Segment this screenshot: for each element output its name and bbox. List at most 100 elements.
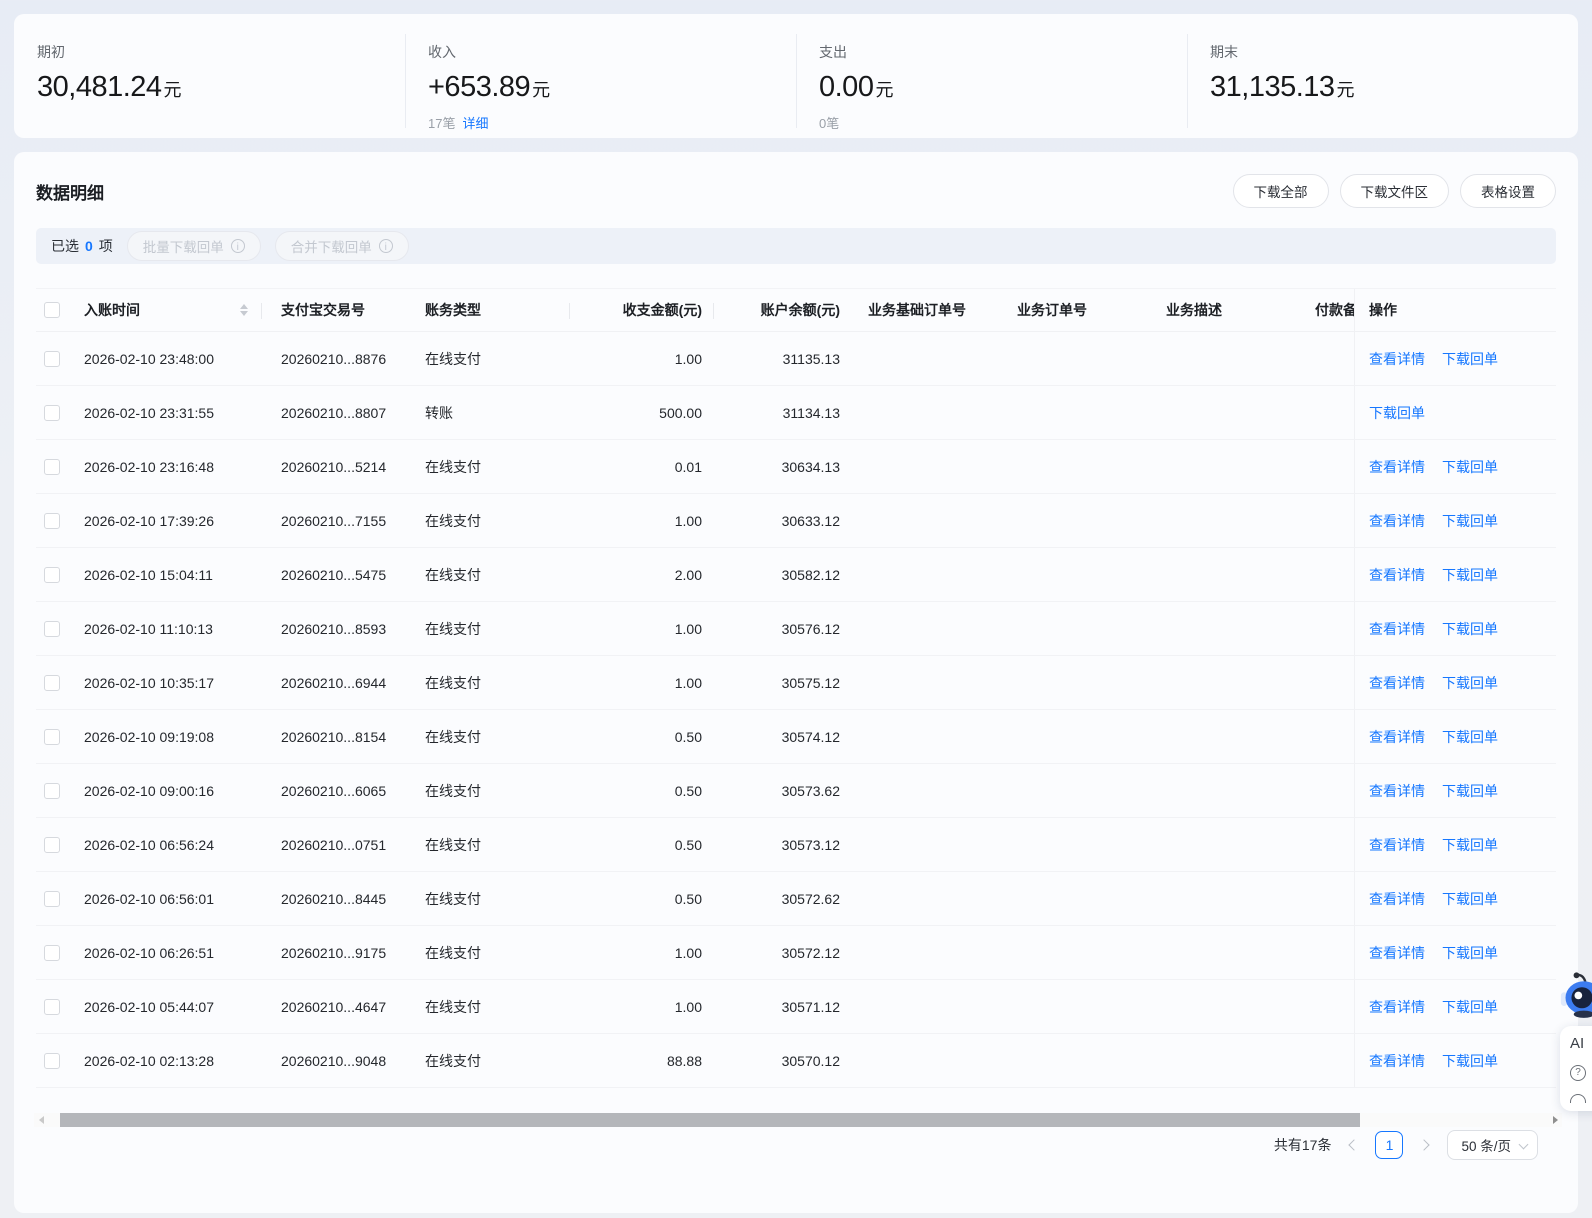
- page-size-select[interactable]: 50 条/页: [1447, 1130, 1538, 1160]
- row-action-link[interactable]: 查看详情: [1369, 673, 1425, 693]
- row-action-link[interactable]: 查看详情: [1369, 889, 1425, 909]
- cell-type: 在线支付: [425, 782, 481, 799]
- prev-page-button[interactable]: [1348, 1139, 1361, 1151]
- cell-time: 2026-02-10 15:04:11: [84, 566, 213, 583]
- row-action-link[interactable]: 查看详情: [1369, 835, 1425, 855]
- row-action-link[interactable]: 查看详情: [1369, 727, 1425, 747]
- cell-type: 在线支付: [425, 458, 481, 475]
- chevron-down-icon: [1518, 1139, 1529, 1150]
- row-action-link[interactable]: 下载回单: [1442, 943, 1498, 963]
- cell-type: 在线支付: [425, 944, 481, 961]
- table-row: 2026-02-10 23:48:00 20260210...8876 在线支付…: [36, 332, 1556, 386]
- sort-icon[interactable]: [240, 304, 248, 316]
- assistant-menu[interactable]: AI: [1560, 1026, 1592, 1111]
- cell-balance: 30634.13: [781, 458, 840, 475]
- cell-amount: 0.01: [674, 458, 702, 475]
- row-action-link[interactable]: 下载回单: [1442, 997, 1498, 1017]
- column-header-actions: 操作: [1354, 289, 1556, 331]
- row-action-link[interactable]: 下载回单: [1442, 619, 1498, 639]
- cell-actions: 查看详情 下载回单: [1354, 818, 1556, 871]
- cell-type: 在线支付: [425, 890, 481, 907]
- row-action-link[interactable]: 查看详情: [1369, 1051, 1425, 1071]
- customer-service-icon[interactable]: [1570, 1094, 1586, 1103]
- column-header-base-order: 业务基础订单号: [868, 302, 966, 318]
- income-detail-link[interactable]: 详细: [462, 113, 488, 132]
- summary-value: 31,135.13: [1210, 71, 1335, 103]
- selected-prefix: 已选: [51, 238, 79, 254]
- info-icon: [378, 239, 393, 254]
- row-action-link[interactable]: 下载回单: [1442, 889, 1498, 909]
- download-file-zone-button[interactable]: 下载文件区: [1339, 174, 1449, 208]
- column-header-time[interactable]: 入账时间: [74, 289, 262, 331]
- cell-balance: 31135.13: [782, 350, 840, 367]
- table-settings-button[interactable]: 表格设置: [1460, 174, 1556, 208]
- pagination: 共有17条 1 50 条/页: [1274, 1130, 1538, 1160]
- row-action-link[interactable]: 查看详情: [1369, 511, 1425, 531]
- horizontal-scrollbar[interactable]: [34, 1113, 1562, 1127]
- summary-unit: 元: [532, 80, 551, 100]
- row-action-link[interactable]: 下载回单: [1442, 349, 1498, 369]
- cell-transaction-id: 20260210...8593: [281, 620, 387, 637]
- page: 期初 30,481.24 元 收入 +653.89 元 17笔 详细 支出 0.…: [0, 0, 1592, 1218]
- cell-time: 2026-02-10 17:39:26: [84, 512, 214, 529]
- row-checkbox[interactable]: [44, 728, 60, 745]
- row-checkbox[interactable]: [44, 836, 60, 853]
- row-checkbox[interactable]: [44, 998, 60, 1015]
- cell-balance: 30570.12: [781, 1052, 840, 1069]
- row-action-link[interactable]: 查看详情: [1369, 781, 1425, 801]
- scroll-left-arrow-icon[interactable]: [34, 1113, 48, 1127]
- scroll-right-arrow-icon[interactable]: [1548, 1113, 1562, 1127]
- summary-label: 支出: [819, 44, 847, 60]
- summary-income: 收入 +653.89 元 17笔 详细: [405, 14, 796, 138]
- row-checkbox[interactable]: [44, 890, 60, 907]
- row-action-link[interactable]: 查看详情: [1369, 349, 1425, 369]
- row-action-link[interactable]: 查看详情: [1369, 943, 1425, 963]
- row-checkbox[interactable]: [44, 782, 60, 799]
- help-question-icon[interactable]: [1570, 1065, 1586, 1081]
- cell-time: 2026-02-10 23:16:48: [84, 458, 214, 475]
- cell-actions: 查看详情 下载回单: [1354, 980, 1556, 1033]
- scrollbar-track[interactable]: [48, 1113, 1548, 1127]
- summary-label: 期末: [1210, 44, 1238, 60]
- row-checkbox[interactable]: [44, 566, 60, 583]
- row-checkbox[interactable]: [44, 458, 60, 475]
- next-page-button[interactable]: [1418, 1139, 1431, 1151]
- cell-type: 在线支付: [425, 728, 481, 745]
- select-all-checkbox[interactable]: [44, 302, 60, 318]
- row-action-link[interactable]: 查看详情: [1369, 565, 1425, 585]
- row-checkbox[interactable]: [44, 1052, 60, 1069]
- download-all-button[interactable]: 下载全部: [1232, 174, 1329, 208]
- column-header-balance: 账户余额(元): [760, 302, 840, 318]
- page-size-value: 50 条/页: [1461, 1139, 1511, 1154]
- batch-download-receipt-button[interactable]: 批量下载回单: [126, 231, 261, 261]
- row-action-link[interactable]: 下载回单: [1442, 727, 1498, 747]
- row-checkbox[interactable]: [44, 512, 60, 529]
- row-checkbox[interactable]: [44, 404, 60, 421]
- row-action-link[interactable]: 下载回单: [1442, 781, 1498, 801]
- cell-amount: 1.00: [674, 998, 702, 1015]
- row-action-link[interactable]: 下载回单: [1442, 457, 1498, 477]
- table-row: 2026-02-10 23:31:55 20260210...8807 转账 5…: [36, 386, 1556, 440]
- row-action-link[interactable]: 下载回单: [1369, 403, 1425, 423]
- cell-amount: 0.50: [674, 782, 702, 799]
- row-action-link[interactable]: 下载回单: [1442, 565, 1498, 585]
- row-checkbox[interactable]: [44, 674, 60, 691]
- merge-download-receipt-button[interactable]: 合并下载回单: [274, 231, 409, 261]
- scrollbar-thumb[interactable]: [60, 1113, 1360, 1127]
- row-action-link[interactable]: 查看详情: [1369, 997, 1425, 1017]
- row-action-link[interactable]: 下载回单: [1442, 1051, 1498, 1071]
- row-checkbox[interactable]: [44, 350, 60, 367]
- cell-transaction-id: 20260210...8807: [281, 404, 387, 421]
- row-action-link[interactable]: 下载回单: [1442, 511, 1498, 531]
- assistant-widget[interactable]: AI: [1560, 972, 1592, 1111]
- row-action-link[interactable]: 查看详情: [1369, 619, 1425, 639]
- row-checkbox[interactable]: [44, 944, 60, 961]
- page-number-button[interactable]: 1: [1375, 1131, 1404, 1159]
- row-action-link[interactable]: 下载回单: [1442, 835, 1498, 855]
- row-action-link[interactable]: 查看详情: [1369, 457, 1425, 477]
- cell-actions: 查看详情 下载回单: [1354, 1034, 1556, 1087]
- row-action-link[interactable]: 下载回单: [1442, 673, 1498, 693]
- assistant-ai-label[interactable]: AI: [1570, 1035, 1592, 1052]
- row-checkbox[interactable]: [44, 620, 60, 637]
- robot-assistant-icon[interactable]: [1560, 972, 1592, 1018]
